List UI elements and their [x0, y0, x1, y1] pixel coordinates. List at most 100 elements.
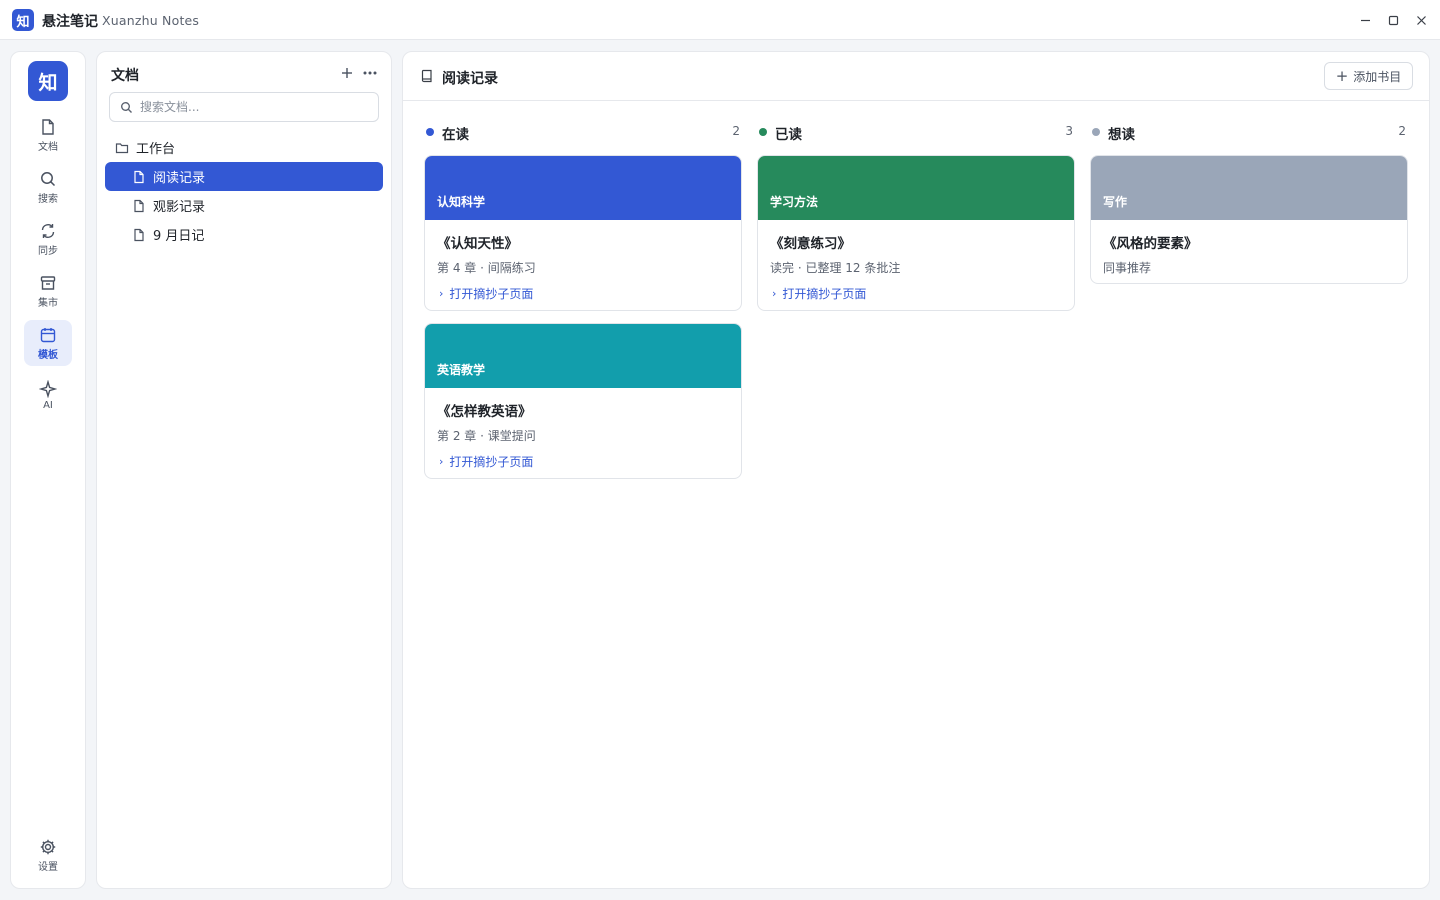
more-icon [363, 71, 377, 75]
activity-item-settings[interactable]: 设置 [24, 832, 72, 878]
status-dot [426, 128, 434, 136]
column-name: 想读 [1108, 127, 1135, 143]
card-cover: 英语教学 [425, 324, 741, 388]
column-count: 2 [1398, 124, 1406, 138]
card-meta: 第 4 章 · 间隔练习 [437, 261, 536, 275]
card-meta: 第 2 章 · 课堂提问 [437, 429, 536, 443]
card-title: 《认知天性》 [437, 236, 518, 252]
tree-item-label: 阅读记录 [153, 171, 206, 186]
card-title: 《风格的要素》 [1103, 236, 1198, 252]
chevron-right-icon: › [439, 455, 444, 468]
more-options-button[interactable] [360, 63, 380, 83]
book-icon [421, 69, 432, 83]
column-name: 在读 [442, 127, 469, 143]
store-icon [40, 275, 56, 290]
page-header: 阅读记录 + 添加书目 [403, 52, 1429, 101]
search-icon [121, 101, 132, 113]
column-count: 2 [732, 124, 740, 138]
card-title: 《怎样教英语》 [437, 404, 532, 420]
document-icon [42, 118, 54, 135]
search-input[interactable] [140, 100, 370, 114]
card-cover: 写作 [1091, 156, 1407, 220]
book-card[interactable]: 英语教学 《怎样教英语》 第 2 章 · 课堂提问 › 打开摘抄子页面 [424, 323, 742, 479]
activity-item-documents[interactable]: 文档 [24, 112, 72, 158]
column-header-finished: 已读 3 [757, 122, 1075, 143]
title-bar: 知 悬注笔记 Xuanzhu Notes [0, 0, 1440, 40]
card-meta: 读完 · 已整理 12 条批注 [770, 261, 901, 275]
sidebar-title: 文档 [111, 68, 139, 84]
book-card[interactable]: 写作 《风格的要素》 同事推荐 [1090, 155, 1408, 284]
folder-workspace[interactable]: 工作台 [111, 133, 381, 162]
card-tag: 英语教学 [437, 363, 486, 377]
minimize-button[interactable] [1355, 10, 1375, 30]
card-tag: 写作 [1103, 195, 1128, 209]
column-count: 3 [1065, 124, 1073, 138]
document-icon [134, 170, 144, 183]
link-label: 打开摘抄子页面 [449, 287, 534, 301]
status-dot [1092, 128, 1100, 136]
card-cover: 认知科学 [425, 156, 741, 220]
book-card[interactable]: 学习方法 《刻意练习》 读完 · 已整理 12 条批注 › 打开摘抄子页面 [757, 155, 1075, 311]
activity-label: 同步 [38, 245, 58, 257]
column-name: 已读 [775, 127, 802, 143]
chevron-right-icon: › [772, 287, 777, 300]
sync-icon [41, 223, 55, 238]
document-sidebar: 文档 工作台 阅读记录 观影记录 9 月日记 [96, 51, 392, 889]
activity-item-search[interactable]: 搜索 [24, 164, 72, 210]
open-excerpt-link[interactable]: › 打开摘抄子页面 [437, 453, 729, 470]
tree-item-label: 观影记录 [153, 200, 206, 215]
add-book-label: 添加书目 [1353, 69, 1402, 84]
close-icon [1416, 15, 1426, 25]
app-subname: Xuanzhu Notes [102, 13, 200, 28]
card-tag: 认知科学 [437, 195, 486, 209]
activity-label: 集市 [38, 297, 58, 309]
activity-label: 模板 [38, 349, 58, 361]
add-book-button[interactable]: + 添加书目 [1324, 62, 1413, 90]
activity-label: 设置 [38, 861, 58, 873]
search-box [109, 92, 379, 122]
page-title: 阅读记录 [442, 71, 498, 87]
card-cover: 学习方法 [758, 156, 1074, 220]
card-tag: 学习方法 [770, 195, 819, 209]
activity-item-store[interactable]: 集市 [24, 268, 72, 314]
tree-item-september-diary[interactable]: 9 月日记 [105, 220, 383, 249]
calendar-icon [40, 327, 56, 342]
activity-item-templates[interactable]: 模板 [24, 320, 72, 366]
chevron-right-icon: › [439, 287, 444, 300]
workspace-logo[interactable]: 知 [28, 61, 68, 101]
main-panel: 阅读记录 + 添加书目 在读 2 认知科学 《认知天性》 第 4 章 · 间隔练… [402, 51, 1430, 889]
close-button[interactable] [1411, 10, 1431, 30]
maximize-button[interactable] [1383, 10, 1403, 30]
activity-label: AI [43, 399, 53, 411]
activity-label: 文档 [38, 141, 58, 153]
app-logo: 知 [12, 9, 34, 31]
folder-label: 工作台 [136, 142, 176, 157]
link-label: 打开摘抄子页面 [449, 455, 534, 469]
book-card[interactable]: 认知科学 《认知天性》 第 4 章 · 间隔练习 › 打开摘抄子页面 [424, 155, 742, 311]
link-label: 打开摘抄子页面 [782, 287, 867, 301]
minimize-icon [1360, 19, 1370, 21]
gear-icon [40, 839, 56, 854]
open-excerpt-link[interactable]: › 打开摘抄子页面 [437, 285, 729, 302]
document-icon [134, 199, 144, 212]
tree-item-movie-log[interactable]: 观影记录 [105, 191, 383, 220]
tree-item-label: 9 月日记 [153, 229, 205, 244]
maximize-icon [1388, 15, 1398, 25]
card-meta: 同事推荐 [1103, 261, 1152, 275]
activity-label: 搜索 [38, 193, 58, 205]
document-icon [134, 228, 144, 241]
add-document-button[interactable] [337, 63, 357, 83]
tree-item-reading-log[interactable]: 阅读记录 [105, 162, 383, 191]
folder-icon [115, 142, 129, 153]
plus-icon: + [1335, 67, 1349, 85]
plus-icon [342, 68, 352, 78]
column-header-reading: 在读 2 [424, 122, 742, 143]
status-dot [759, 128, 767, 136]
activity-item-ai[interactable]: AI [24, 372, 72, 418]
open-excerpt-link[interactable]: › 打开摘抄子页面 [770, 285, 1062, 302]
column-header-want-to-read: 想读 2 [1090, 122, 1408, 143]
activity-item-sync[interactable]: 同步 [24, 216, 72, 262]
search-icon [41, 171, 56, 186]
app-name: 悬注笔记 [42, 14, 98, 30]
card-title: 《刻意练习》 [770, 236, 851, 252]
